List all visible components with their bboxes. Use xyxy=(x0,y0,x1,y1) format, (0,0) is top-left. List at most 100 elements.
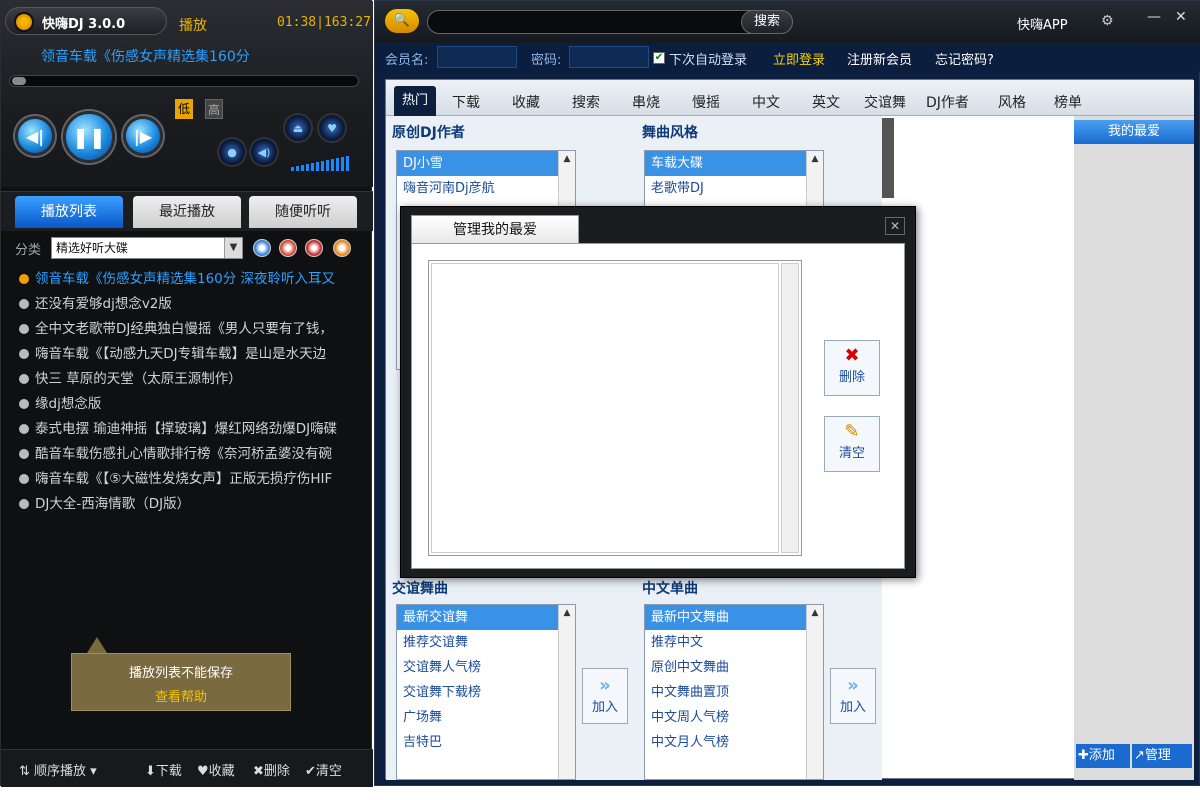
tab-english[interactable]: 英文 xyxy=(812,92,840,112)
mute-button[interactable]: ◀) xyxy=(249,137,279,167)
collect-button[interactable]: ♥收藏 xyxy=(197,760,235,779)
category-select[interactable]: 精选好听大碟 ▼ xyxy=(51,237,243,259)
search-button[interactable]: 搜索 xyxy=(741,10,793,34)
search-icon[interactable]: 🔍 xyxy=(385,9,419,33)
favorites-list[interactable] xyxy=(428,260,802,556)
list-item[interactable]: 中文周人气榜 xyxy=(645,705,823,730)
close-icon[interactable]: ✕ xyxy=(885,217,905,235)
section-title: 舞曲风格 xyxy=(642,125,698,141)
tab-hot[interactable]: 热门 xyxy=(394,86,436,116)
register-link[interactable]: 注册新会员 xyxy=(847,49,912,68)
pause-button[interactable]: ❚❚ xyxy=(63,111,115,163)
previous-button[interactable]: ◀| xyxy=(15,116,55,156)
save-list-icon[interactable] xyxy=(333,239,351,257)
eject-button[interactable]: ⏏ xyxy=(283,113,313,143)
tab-recent[interactable]: 最近播放 xyxy=(133,196,241,228)
scrollbar[interactable]: ▲ xyxy=(806,605,823,779)
download-button[interactable]: ⬇下载 xyxy=(145,760,182,779)
minimize-icon[interactable]: — xyxy=(1147,9,1161,25)
quality-low-button[interactable]: 低 xyxy=(175,99,193,119)
scroll-up-icon[interactable]: ▲ xyxy=(559,151,575,167)
list-item[interactable]: 嗨音车载《【⑤大磁性发烧女声】正版无损疗伤HIF xyxy=(15,467,359,492)
android-icon[interactable]: ⚙ xyxy=(1101,13,1114,29)
password-input[interactable] xyxy=(569,46,649,68)
list-item[interactable]: 车载大碟 xyxy=(645,151,823,176)
tab-dj-authors[interactable]: DJ作者 xyxy=(926,92,969,112)
tab-chinese[interactable]: 中文 xyxy=(752,92,780,112)
tab-slow[interactable]: 慢摇 xyxy=(692,92,720,112)
list-item[interactable]: 原创中文舞曲 xyxy=(645,655,823,680)
list-item[interactable]: 中文舞曲置顶 xyxy=(645,680,823,705)
help-link[interactable]: 查看帮助 xyxy=(72,686,290,705)
forgot-password-link[interactable]: 忘记密码? xyxy=(935,49,994,68)
clear-button[interactable]: ✔清空 xyxy=(305,760,342,779)
list-item[interactable]: 嗨音车载《【动感九天DJ专辑车载】是山是水天边 xyxy=(15,342,359,367)
list-item[interactable]: 领音车载《伤感女声精选集160分 深夜聆听入耳又 xyxy=(15,267,359,292)
list-item[interactable]: 酷音车载伤感扎心情歌排行榜《奈河桥孟婆没有碗 xyxy=(15,442,359,467)
list-item[interactable]: 推荐中文 xyxy=(645,630,823,655)
favorite-button[interactable]: ♥ xyxy=(317,113,347,143)
quality-high-button[interactable]: 高 xyxy=(205,99,223,119)
progress-bar[interactable] xyxy=(9,75,359,87)
bullet-icon xyxy=(19,424,29,434)
list-item[interactable]: DJ大全-西海情歌（DJ版） xyxy=(15,492,359,517)
list-item[interactable]: 缘dj想念版 xyxy=(15,392,359,417)
tab-random[interactable]: 随便听听 xyxy=(249,196,357,228)
scrollbar[interactable] xyxy=(781,263,799,553)
favorites-add-button[interactable]: ✚添加 xyxy=(1076,744,1130,768)
app-download-label[interactable]: 快嗨APP xyxy=(1017,14,1068,33)
list-item[interactable]: 全中文老歌带DJ经典独白慢摇《男人只要有了钱， xyxy=(15,317,359,342)
delete-button[interactable]: ✖删除 xyxy=(253,760,290,779)
ballroom-add-button[interactable]: » 加入 xyxy=(582,668,628,724)
search-input[interactable] xyxy=(427,10,793,34)
close-icon[interactable]: ✕ xyxy=(1175,9,1187,25)
chinese-add-button[interactable]: » 加入 xyxy=(830,668,876,724)
content-scrollbar[interactable] xyxy=(882,118,894,198)
tab-collect[interactable]: 收藏 xyxy=(512,92,540,112)
play-order-button[interactable]: ⇅ 顺序播放 ▾ xyxy=(19,760,97,779)
scrollbar[interactable]: ▲ xyxy=(558,605,575,779)
tab-ballroom[interactable]: 交谊舞 xyxy=(864,92,906,112)
list-item[interactable]: 吉特巴 xyxy=(397,730,575,755)
stop-button[interactable]: ● xyxy=(217,137,247,167)
add-list-icon[interactable] xyxy=(253,239,271,257)
tab-charts[interactable]: 榜单 xyxy=(1054,92,1082,112)
edit-list-icon[interactable] xyxy=(279,239,297,257)
list-item[interactable]: 交谊舞人气榜 xyxy=(397,655,575,680)
list-item[interactable]: 广场舞 xyxy=(397,705,575,730)
next-button[interactable]: |▶ xyxy=(123,116,163,156)
volume-slider[interactable] xyxy=(291,151,351,171)
list-item[interactable]: 泰式电摆 瑜迪神摇【撑玻璃】爆红网络劲爆DJ嗨碟 xyxy=(15,417,359,442)
scroll-up-icon[interactable]: ▲ xyxy=(807,605,823,621)
scroll-up-icon[interactable]: ▲ xyxy=(807,151,823,167)
list-item[interactable]: 嗨音河南Dj彦航 xyxy=(397,176,575,201)
auto-login-checkbox[interactable]: ✔ xyxy=(653,52,665,64)
clear-favorites-button[interactable]: ✎ 清空 xyxy=(824,416,880,472)
chevron-down-icon[interactable]: ▼ xyxy=(224,238,242,258)
list-item[interactable]: 老歌带DJ xyxy=(645,176,823,201)
favorites-header[interactable]: 我的最爱 xyxy=(1074,120,1194,144)
list-item[interactable]: DJ小雪 xyxy=(397,151,575,176)
list-item[interactable]: 最新中文舞曲 xyxy=(645,605,823,630)
list-item[interactable]: 快三 草原的天堂（太原王源制作） xyxy=(15,367,359,392)
delete-list-icon[interactable] xyxy=(305,239,323,257)
progress-knob[interactable] xyxy=(12,77,26,85)
ballroom-list: 最新交谊舞 推荐交谊舞 交谊舞人气榜 交谊舞下载榜 广场舞 吉特巴 ▲ xyxy=(396,604,576,780)
tab-playlist[interactable]: 播放列表 xyxy=(15,196,123,228)
favorites-list-area[interactable] xyxy=(431,263,779,553)
bullet-icon xyxy=(19,499,29,509)
tab-style[interactable]: 风格 xyxy=(998,92,1026,112)
tab-download[interactable]: 下载 xyxy=(452,92,480,112)
list-item[interactable]: 推荐交谊舞 xyxy=(397,630,575,655)
list-item[interactable]: 交谊舞下载榜 xyxy=(397,680,575,705)
tab-medley[interactable]: 串烧 xyxy=(632,92,660,112)
list-item[interactable]: 最新交谊舞 xyxy=(397,605,575,630)
list-item[interactable]: 还没有爱够dj想念v2版 xyxy=(15,292,359,317)
list-item[interactable]: 中文月人气榜 xyxy=(645,730,823,755)
login-button[interactable]: 立即登录 xyxy=(773,49,825,68)
member-input[interactable] xyxy=(437,46,517,68)
scroll-up-icon[interactable]: ▲ xyxy=(559,605,575,621)
tab-search[interactable]: 搜索 xyxy=(572,92,600,112)
favorites-manage-button[interactable]: ↗管理 xyxy=(1132,744,1192,768)
delete-favorite-button[interactable]: ✖ 删除 xyxy=(824,340,880,396)
